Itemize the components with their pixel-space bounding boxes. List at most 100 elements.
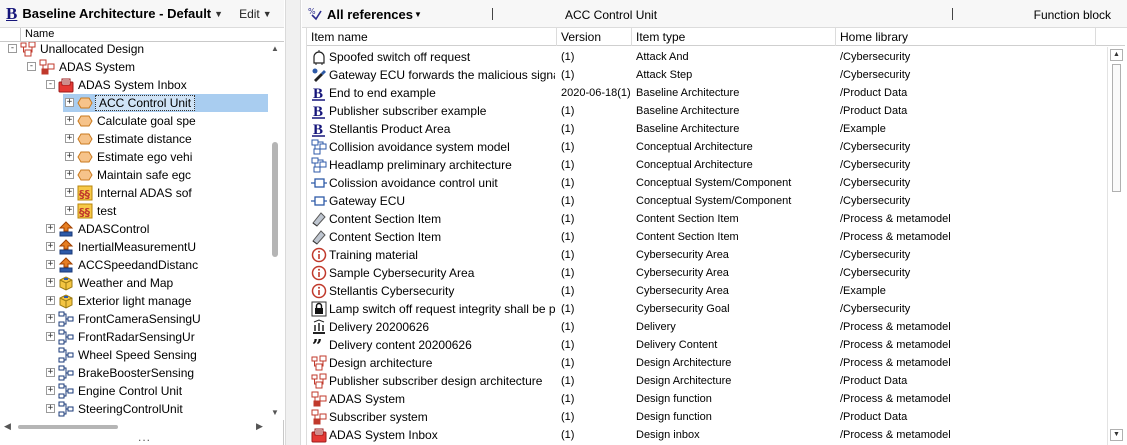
scroll-right-icon[interactable]: ▶: [256, 421, 263, 432]
content-section-icon: [311, 229, 327, 245]
tree-item[interactable]: + Estimate ego vehi: [0, 148, 268, 166]
scrollbar-thumb[interactable]: [18, 425, 118, 429]
chevron-down-icon[interactable]: ▼: [214, 9, 223, 19]
tree-item[interactable]: - Unallocated Design: [0, 42, 268, 58]
expand-toggle-icon[interactable]: +: [65, 152, 74, 161]
design-inbox-icon: [58, 77, 74, 93]
tree-item[interactable]: + Exterior light manage: [0, 292, 268, 310]
expand-toggle-icon[interactable]: +: [46, 296, 55, 305]
table-row[interactable]: Content Section Item (1) Content Section I…: [307, 228, 1107, 246]
table-row[interactable]: Publisher subscriber design architecture…: [307, 372, 1107, 390]
cell-version: (1): [561, 393, 575, 405]
table-row[interactable]: B Stellantis Product Area (1) Baseline Arch…: [307, 120, 1107, 138]
table-row[interactable]: Training material (1) Cybersecurity Area/C…: [307, 246, 1107, 264]
expand-toggle-icon[interactable]: +: [46, 242, 55, 251]
tree-item[interactable]: - ADAS System Inbox: [0, 76, 268, 94]
table-row[interactable]: Content Section Item (1) Content Section I…: [307, 210, 1107, 228]
structure-network-icon: [58, 383, 74, 399]
collapse-toggle-icon[interactable]: -: [46, 80, 55, 89]
tree-item[interactable]: + ACC Control Unit: [0, 94, 268, 112]
expand-toggle-icon[interactable]: +: [46, 278, 55, 287]
table-row[interactable]: Lamp switch off request integrity shall …: [307, 300, 1107, 318]
column-header-home-library[interactable]: Home library: [836, 28, 1096, 46]
scroll-up-icon[interactable]: ▲: [271, 44, 279, 53]
expand-toggle-icon[interactable]: +: [65, 188, 74, 197]
cell-item-name: ADAS System Inbox: [329, 428, 438, 442]
table-vertical-scrollbar[interactable]: ▲ ▼: [1107, 47, 1125, 445]
cell-item-name: Spoofed switch off request: [329, 50, 471, 64]
expand-toggle-icon[interactable]: +: [46, 332, 55, 341]
tree-horizontal-scrollbar[interactable]: ◀ ▶: [0, 420, 268, 434]
tree-item[interactable]: + Weather and Map: [0, 274, 268, 292]
table-row[interactable]: B End to end example 2020-06-18(1) Baseline…: [307, 84, 1107, 102]
tree-item[interactable]: + ADASControl: [0, 220, 268, 238]
pane-splitter[interactable]: [285, 0, 301, 445]
tree-item[interactable]: Wheel Speed Sensing: [0, 346, 268, 364]
expand-toggle-icon[interactable]: +: [46, 314, 55, 323]
scroll-up-button[interactable]: ▲: [1110, 49, 1123, 61]
expand-toggle-icon[interactable]: +: [65, 116, 74, 125]
tree-item[interactable]: + BrakeBoosterSensing: [0, 364, 268, 382]
table-row[interactable]: B Publisher subscriber example (1) Baseline…: [307, 102, 1107, 120]
tree-item[interactable]: + InertialMeasurementU: [0, 238, 268, 256]
selected-element-name: ACC Control Unit: [565, 8, 658, 22]
table-row[interactable]: Delivery 20200626 (1) Delivery/Process & m…: [307, 318, 1107, 336]
tree-item[interactable]: + FrontRadarSensingUr: [0, 328, 268, 346]
collapse-toggle-icon[interactable]: -: [27, 62, 36, 71]
expand-toggle-icon[interactable]: +: [46, 404, 55, 413]
scroll-down-button[interactable]: ▼: [1110, 429, 1123, 441]
column-header-item-type[interactable]: Item type: [632, 28, 836, 46]
chevron-down-icon[interactable]: ▼: [414, 10, 422, 19]
expand-toggle-icon[interactable]: +: [46, 224, 55, 233]
cell-item-name: Delivery 20200626: [329, 320, 430, 334]
tree-item[interactable]: + ACCSpeedandDistanc: [0, 256, 268, 274]
tree-vertical-scrollbar[interactable]: ▲ ▼: [268, 42, 284, 420]
expand-toggle-icon[interactable]: +: [65, 98, 74, 107]
table-row[interactable]: Colission avoidance control unit (1) Conce…: [307, 174, 1107, 192]
cell-version: (1): [561, 105, 575, 117]
table-row[interactable]: ADAS System (1) Design function/Process & …: [307, 390, 1107, 408]
expand-toggle-icon[interactable]: +: [46, 386, 55, 395]
table-row[interactable]: Collision avoidance system model (1) Conce…: [307, 138, 1107, 156]
component-arrow-icon: [58, 239, 74, 255]
scroll-down-icon[interactable]: ▼: [271, 408, 279, 417]
tree-item[interactable]: - ADAS System: [0, 58, 268, 76]
tree-item[interactable]: + Engine Control Unit: [0, 382, 268, 400]
table-row[interactable]: Subscriber system (1) Design function/Prod…: [307, 408, 1107, 426]
column-header-version[interactable]: Version: [557, 28, 632, 46]
table-row[interactable]: Spoofed switch off request (1) Attack And /…: [307, 48, 1107, 66]
table-row[interactable]: Gateway ECU forwards the malicious signa…: [307, 66, 1107, 84]
table-row[interactable]: Gateway ECU (1) Conceptual System/Componen…: [307, 192, 1107, 210]
expand-toggle-icon[interactable]: +: [46, 260, 55, 269]
expand-toggle-icon[interactable]: +: [65, 134, 74, 143]
tree-item[interactable]: + §§ Internal ADAS sof: [0, 184, 268, 202]
table-row[interactable]: ADAS System Inbox (1) Design inbox/Process…: [307, 426, 1107, 444]
tree-item[interactable]: + Estimate distance: [0, 130, 268, 148]
cell-version: (1): [561, 375, 575, 387]
table-row[interactable]: Headlamp preliminary architecture (1) Conc…: [307, 156, 1107, 174]
edit-menu[interactable]: Edit ▼: [239, 7, 272, 21]
baseline-selector[interactable]: Baseline Architecture - Default: [22, 6, 211, 21]
table-row[interactable]: Sample Cybersecurity Area (1) Cybersecurit…: [307, 264, 1107, 282]
tree-item[interactable]: + SteeringControlUnit: [0, 400, 268, 418]
tree-item[interactable]: + FrontCameraSensingU: [0, 310, 268, 328]
tree-item[interactable]: + Maintain safe egc: [0, 166, 268, 184]
cell-item-name: End to end example: [329, 86, 436, 100]
references-view-selector[interactable]: All references: [327, 7, 413, 22]
table-row[interactable]: Stellantis Cybersecurity (1) Cybersecurity…: [307, 282, 1107, 300]
scrollbar-thumb[interactable]: [1112, 64, 1121, 192]
cell-version: (1): [561, 231, 575, 243]
expand-toggle-icon[interactable]: +: [46, 368, 55, 377]
column-header-item-name[interactable]: Item name: [307, 28, 557, 46]
column-header-name[interactable]: Name: [21, 28, 54, 41]
expand-toggle-icon[interactable]: +: [65, 170, 74, 179]
cell-home-library: /Process & metamodel: [840, 339, 951, 351]
tree-item[interactable]: + §§ test: [0, 202, 268, 220]
scroll-left-icon[interactable]: ◀: [4, 421, 11, 432]
collapse-toggle-icon[interactable]: -: [8, 44, 17, 53]
table-row[interactable]: Design architecture (1) Design Architectur…: [307, 354, 1107, 372]
expand-toggle-icon[interactable]: +: [65, 206, 74, 215]
scrollbar-thumb[interactable]: [272, 142, 278, 257]
tree-item[interactable]: + Calculate goal spe: [0, 112, 268, 130]
table-row[interactable]: ” Delivery content 20200626 (1) Delivery Co…: [307, 336, 1107, 357]
